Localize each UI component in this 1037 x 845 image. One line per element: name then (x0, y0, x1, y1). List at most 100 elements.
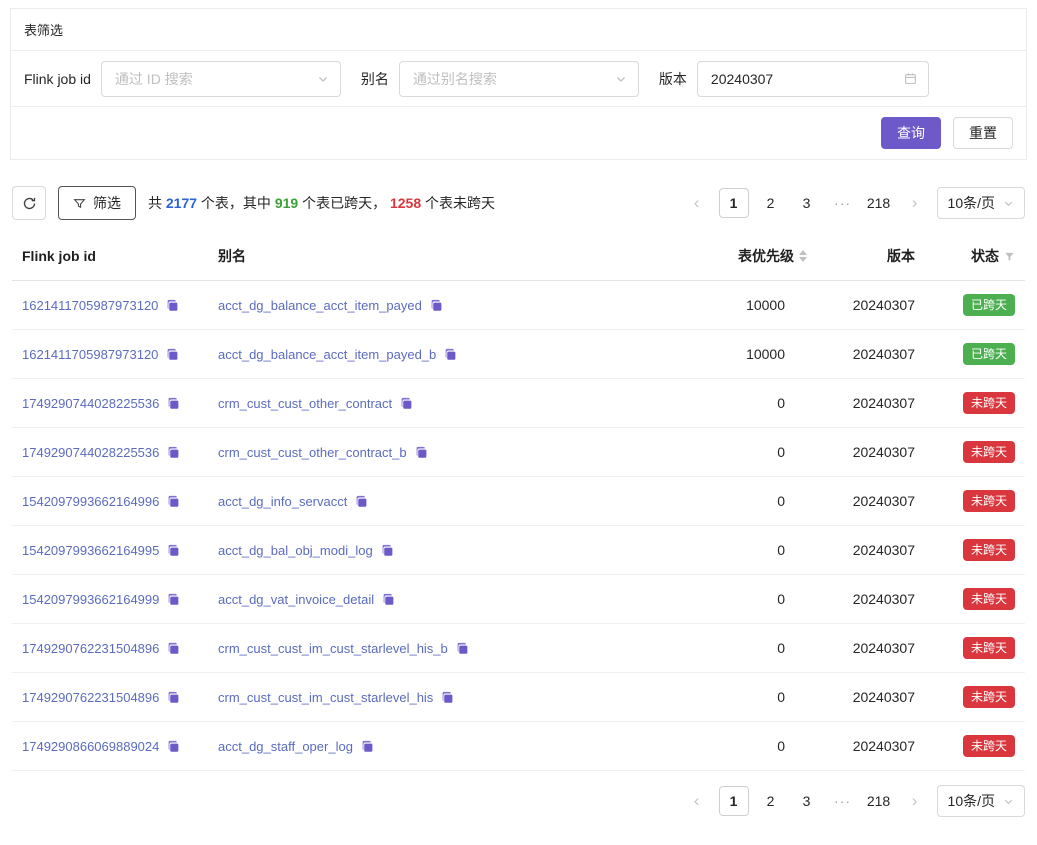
copy-icon[interactable] (441, 691, 454, 704)
status-cell: 未跨天 (925, 624, 1025, 673)
job-id-link[interactable]: 1749290744028225536 (22, 445, 159, 460)
page-button-2[interactable]: 2 (757, 188, 785, 218)
column-header-version: 版本 (817, 232, 925, 281)
alias-link[interactable]: acct_dg_vat_invoice_detail (218, 592, 374, 607)
version-value: 20240307 (853, 640, 915, 656)
version-value: 20240307 (853, 689, 915, 705)
copy-icon[interactable] (166, 299, 179, 312)
summary-prefix: 共 (148, 195, 166, 211)
status-badge: 未跨天 (963, 392, 1015, 414)
job-id-link[interactable]: 1542097993662164999 (22, 592, 159, 607)
copy-icon[interactable] (355, 495, 368, 508)
version-date-picker[interactable] (697, 61, 929, 97)
flink-job-id-input[interactable] (113, 70, 311, 88)
page-button-3[interactable]: 3 (793, 786, 821, 816)
copy-icon[interactable] (361, 740, 374, 753)
alias-link[interactable]: acct_dg_balance_acct_item_payed_b (218, 347, 436, 362)
column-filter-icon[interactable] (1004, 251, 1015, 262)
alias-select[interactable] (399, 61, 639, 97)
copy-icon[interactable] (415, 446, 428, 459)
flink-job-id-select[interactable] (101, 61, 341, 97)
alias-link[interactable]: acct_dg_staff_oper_log (218, 739, 353, 754)
copy-icon[interactable] (167, 495, 180, 508)
status-badge: 未跨天 (963, 441, 1015, 463)
job-id-link[interactable]: 1542097993662164996 (22, 494, 159, 509)
table-row: 1749290762231504896 crm_cust_cust_im_cus… (12, 673, 1025, 722)
job-id-link[interactable]: 1749290762231504896 (22, 641, 159, 656)
page-button-3[interactable]: 3 (793, 188, 821, 218)
priority-cell: 0 (687, 673, 817, 722)
chevron-down-icon (1003, 198, 1014, 209)
copy-icon[interactable] (444, 348, 457, 361)
priority-cell: 0 (687, 379, 817, 428)
job-id-link[interactable]: 1749290762231504896 (22, 690, 159, 705)
alias-link[interactable]: crm_cust_cust_im_cust_starlevel_his_b (218, 641, 448, 656)
page-button-last[interactable]: 218 (865, 786, 893, 816)
table-row: 1542097993662164995 acct_dg_bal_obj_modi… (12, 526, 1025, 575)
prev-page-button[interactable]: ‹ (683, 786, 711, 816)
column-header-priority[interactable]: 表优先级 (687, 232, 817, 281)
copy-icon[interactable] (167, 446, 180, 459)
alias-link[interactable]: acct_dg_balance_acct_item_payed (218, 298, 422, 313)
copy-icon[interactable] (167, 397, 180, 410)
page-ellipsis[interactable]: ··· (829, 786, 857, 816)
table-header-row: Flink job id 别名 表优先级 版本 状态 (12, 232, 1025, 281)
version-value: 20240307 (853, 738, 915, 754)
job-id-cell: 1749290744028225536 (12, 428, 208, 477)
copy-icon[interactable] (381, 544, 394, 557)
copy-icon[interactable] (167, 691, 180, 704)
copy-icon[interactable] (456, 642, 469, 655)
prev-page-button[interactable]: ‹ (683, 188, 711, 218)
chevron-down-icon (317, 73, 329, 85)
copy-icon[interactable] (430, 299, 443, 312)
alias-cell: crm_cust_cust_im_cust_starlevel_his (208, 673, 687, 722)
page-ellipsis[interactable]: ··· (829, 188, 857, 218)
refresh-icon (22, 196, 37, 211)
table-filter-panel: 表筛选 Flink job id 别名 版本 (10, 8, 1027, 160)
reset-button[interactable]: 重置 (953, 117, 1013, 149)
page-size-select[interactable]: 10条/页 (937, 187, 1025, 219)
page-button-1[interactable]: 1 (719, 786, 749, 816)
alias-link[interactable]: crm_cust_cust_im_cust_starlevel_his (218, 690, 433, 705)
copy-icon[interactable] (167, 544, 180, 557)
filter-button[interactable]: 筛选 (58, 186, 136, 220)
data-table: Flink job id 别名 表优先级 版本 状态 (12, 232, 1025, 771)
copy-icon[interactable] (167, 740, 180, 753)
copy-icon[interactable] (167, 642, 180, 655)
copy-icon[interactable] (400, 397, 413, 410)
summary-total-count: 2177 (166, 195, 197, 211)
alias-input[interactable] (411, 70, 609, 88)
next-page-button[interactable]: › (901, 188, 929, 218)
alias-link[interactable]: crm_cust_cust_other_contract (218, 396, 392, 411)
page-button-1[interactable]: 1 (719, 188, 749, 218)
job-id-link[interactable]: 1749290866069889024 (22, 739, 159, 754)
copy-icon[interactable] (167, 593, 180, 606)
priority-cell: 10000 (687, 330, 817, 379)
job-id-link[interactable]: 1749290744028225536 (22, 396, 159, 411)
priority-value: 0 (777, 738, 785, 754)
table-row: 1621411705987973120 acct_dg_balance_acct… (12, 330, 1025, 379)
status-cell: 已跨天 (925, 330, 1025, 379)
query-button[interactable]: 查询 (881, 117, 941, 149)
priority-value: 10000 (746, 346, 785, 362)
page-size-select[interactable]: 10条/页 (937, 785, 1025, 817)
status-badge: 未跨天 (963, 539, 1015, 561)
alias-link[interactable]: acct_dg_bal_obj_modi_log (218, 543, 373, 558)
page-button-last[interactable]: 218 (865, 188, 893, 218)
summary-suffix: 个表未跨天 (421, 195, 495, 211)
job-id-link[interactable]: 1621411705987973120 (22, 347, 158, 362)
copy-icon[interactable] (166, 348, 179, 361)
refresh-button[interactable] (12, 186, 46, 220)
version-input[interactable] (709, 70, 898, 88)
job-id-link[interactable]: 1542097993662164995 (22, 543, 159, 558)
flink-job-id-label: Flink job id (24, 71, 91, 87)
alias-link[interactable]: acct_dg_info_servacct (218, 494, 347, 509)
next-page-button[interactable]: › (901, 786, 929, 816)
version-cell: 20240307 (817, 575, 925, 624)
job-id-link[interactable]: 1621411705987973120 (22, 298, 158, 313)
copy-icon[interactable] (382, 593, 395, 606)
column-header-status[interactable]: 状态 (925, 232, 1025, 281)
page-button-2[interactable]: 2 (757, 786, 785, 816)
sort-icon[interactable] (799, 250, 807, 262)
alias-link[interactable]: crm_cust_cust_other_contract_b (218, 445, 407, 460)
